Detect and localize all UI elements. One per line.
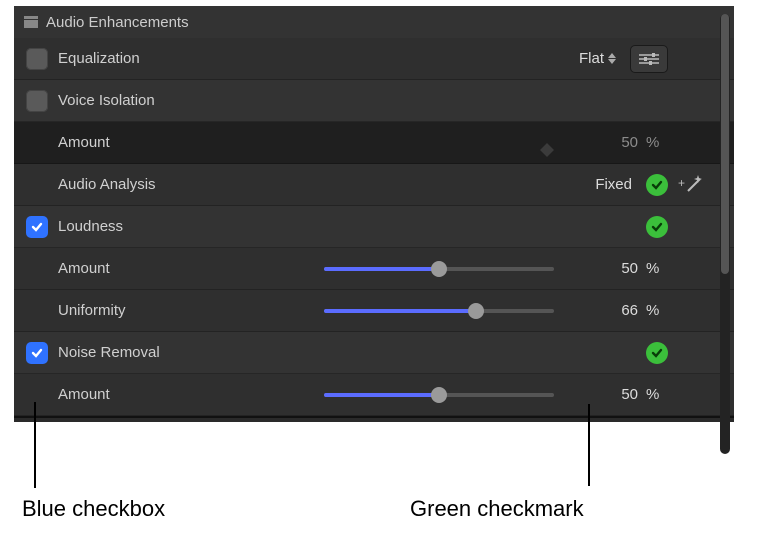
callout-blue-checkbox: Blue checkbox <box>22 496 165 522</box>
audio-analysis-row: Audio Analysis Fixed + <box>14 164 734 206</box>
loudness-label: Loudness <box>58 218 123 235</box>
callout-green-checkmark: Green checkmark <box>410 496 584 522</box>
voice-isolation-row: Voice Isolation <box>14 80 734 122</box>
equalization-preset-value: Flat <box>579 50 604 67</box>
checkmark-circle-icon <box>646 174 668 196</box>
noise-removal-amount-value[interactable]: 50 <box>594 386 638 403</box>
loudness-uniformity-row: Uniformity 66 % <box>14 290 734 332</box>
checkmark-circle-icon <box>646 216 668 238</box>
sliders-icon <box>639 52 659 66</box>
equalization-row: Equalization Flat <box>14 38 734 80</box>
magic-wand-button[interactable]: + <box>678 175 702 195</box>
voice-isolation-amount-label: Amount <box>58 134 110 151</box>
keyframe-diamond-icon[interactable] <box>540 136 554 150</box>
voice-isolation-amount-value[interactable]: 50 <box>594 134 638 151</box>
loudness-amount-unit: % <box>646 260 668 277</box>
audio-analysis-label: Audio Analysis <box>58 176 156 193</box>
noise-removal-row: Noise Removal <box>14 332 734 374</box>
checkmark-circle-icon <box>646 342 668 364</box>
noise-removal-amount-row: Amount 50 % <box>14 374 734 416</box>
voice-isolation-amount-unit: % <box>646 134 668 151</box>
loudness-uniformity-value[interactable]: 66 <box>594 302 638 319</box>
voice-isolation-label: Voice Isolation <box>58 92 155 109</box>
noise-removal-amount-unit: % <box>646 386 668 403</box>
noise-removal-amount-label: Amount <box>58 386 110 403</box>
loudness-uniformity-slider[interactable] <box>324 301 554 321</box>
loudness-amount-slider[interactable] <box>324 259 554 279</box>
loudness-row: Loudness <box>14 206 734 248</box>
section-header[interactable]: Audio Enhancements <box>14 6 734 38</box>
svg-text:+: + <box>678 176 685 190</box>
equalization-preset-dropdown[interactable]: Flat <box>579 50 616 67</box>
loudness-amount-value[interactable]: 50 <box>594 260 638 277</box>
noise-removal-checkbox[interactable] <box>26 342 48 364</box>
equalizer-settings-button[interactable] <box>630 45 668 73</box>
equalization-checkbox[interactable] <box>26 48 48 70</box>
noise-removal-label: Noise Removal <box>58 344 160 361</box>
loudness-amount-row: Amount 50 % <box>14 248 734 290</box>
voice-isolation-amount-row: Amount 50 % <box>14 122 734 164</box>
audio-enhancements-panel: Audio Enhancements Equalization Flat <box>14 6 734 422</box>
scrollbar[interactable] <box>720 14 730 454</box>
loudness-uniformity-unit: % <box>646 302 668 319</box>
audio-analysis-status: Fixed <box>595 176 632 193</box>
loudness-checkbox[interactable] <box>26 216 48 238</box>
equalization-label: Equalization <box>58 50 140 67</box>
section-title: Audio Enhancements <box>46 14 189 31</box>
scrollbar-thumb[interactable] <box>721 14 729 274</box>
callout-line <box>588 404 590 486</box>
noise-removal-amount-slider[interactable] <box>324 385 554 405</box>
voice-isolation-checkbox[interactable] <box>26 90 48 112</box>
loudness-amount-label: Amount <box>58 260 110 277</box>
callout-line <box>34 402 36 488</box>
loudness-uniformity-label: Uniformity <box>58 302 126 319</box>
disclosure-icon[interactable] <box>24 15 38 29</box>
chevron-updown-icon <box>608 53 616 64</box>
